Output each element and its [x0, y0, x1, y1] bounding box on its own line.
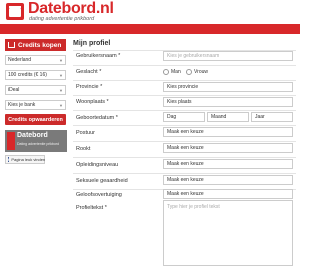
facebook-page-subtitle: Dating advertentie prikbord — [17, 142, 60, 146]
education-label: Opleidingsniveau — [76, 162, 119, 168]
credits-panel: Credits kopen Nederland ▼ 100 credits (€… — [5, 39, 66, 125]
city-select[interactable]: Kies plaats — [163, 97, 293, 107]
credits-topup-button[interactable]: Credits opwaarderen — [5, 114, 66, 125]
smoking-label: Rookt — [76, 146, 91, 152]
city-label: Woonplaats * — [76, 99, 109, 105]
stature-value: Maak een keuze — [167, 129, 204, 135]
username-input[interactable]: Kies je gebruikersnaam — [163, 51, 293, 61]
city-value: Kies plaats — [167, 99, 192, 105]
country-select[interactable]: Nederland ▼ — [5, 55, 66, 65]
education-value: Maak een keuze — [167, 161, 204, 167]
chevron-down-icon: ▼ — [59, 102, 63, 108]
orientation-label: Seksuele geaardheid — [76, 178, 128, 184]
country-value: Nederland — [8, 57, 32, 63]
facebook-like-button[interactable]: f Pagina leuk vinden — [5, 155, 45, 164]
province-label: Provincie * — [76, 84, 103, 90]
birthdate-year-value: Jaar — [255, 114, 265, 120]
page-title: Mijn profiel — [73, 40, 111, 47]
bank-select[interactable]: Kies je bank ▼ — [5, 100, 66, 110]
chevron-down-icon: ▼ — [59, 57, 63, 63]
religion-label: Geloofsovertuiging — [76, 192, 122, 198]
site-header: Datebord.nl dating advertentie prikbord — [0, 0, 300, 24]
payment-method-value: iDeal — [8, 87, 20, 93]
chevron-down-icon: ▼ — [59, 87, 63, 93]
divider — [73, 141, 296, 142]
religion-value: Maak een keuze — [167, 191, 204, 197]
divider — [73, 125, 296, 126]
gender-man-label: Man — [171, 69, 181, 75]
profile-text-area[interactable]: Type hier je profiel tekst — [163, 200, 293, 266]
education-select[interactable]: Maak een keuze — [163, 159, 293, 169]
province-select[interactable]: Kies provincie — [163, 82, 293, 92]
gender-woman-radio[interactable] — [186, 69, 192, 75]
orientation-value: Maak een keuze — [167, 177, 204, 183]
birthdate-label: Geboortedatum * — [76, 115, 118, 121]
divider — [73, 65, 296, 66]
bank-value: Kies je bank — [8, 102, 36, 108]
orientation-select[interactable]: Maak een keuze — [163, 175, 293, 185]
chevron-down-icon: ▼ — [59, 72, 63, 78]
divider — [73, 80, 296, 81]
birthdate-month-value: Maand — [211, 114, 227, 120]
profile-text-placeholder: Type hier je profiel tekst — [167, 204, 220, 210]
religion-select[interactable]: Maak een keuze — [163, 189, 293, 199]
facebook-page-widget[interactable]: Datebord Dating advertentie prikbord — [5, 130, 67, 152]
birthdate-year-select[interactable]: Jaar — [251, 112, 293, 122]
divider — [73, 110, 296, 111]
smoking-select[interactable]: Maak een keuze — [163, 143, 293, 153]
stature-label: Postuur — [76, 130, 95, 136]
payment-method-select[interactable]: iDeal ▼ — [5, 85, 66, 95]
site-tagline: dating advertentie prikbord — [29, 16, 95, 22]
divider — [73, 95, 296, 96]
facebook-like-label: Pagina leuk vinden — [11, 157, 46, 162]
facebook-page-thumbnail — [7, 132, 15, 150]
gender-label: Geslacht * — [76, 69, 102, 75]
credits-amount-select[interactable]: 100 credits (€ 16) ▼ — [5, 70, 66, 80]
username-placeholder: Kies je gebruikersnaam — [167, 53, 220, 59]
credits-header: Credits kopen — [5, 39, 66, 51]
divider — [73, 173, 296, 174]
divider — [73, 157, 296, 158]
gender-woman-label: Vrouw — [194, 69, 208, 75]
birthdate-day-select[interactable]: Dag — [163, 112, 205, 122]
province-value: Kies provincie — [167, 84, 199, 90]
profile-text-label: Profieltekst * — [76, 205, 107, 211]
cart-icon — [8, 42, 15, 48]
facebook-icon: f — [8, 157, 10, 162]
facebook-page-title: Datebord — [17, 132, 48, 139]
gender-man-radio[interactable] — [163, 69, 169, 75]
username-label: Gebruikersnaam * — [76, 53, 121, 59]
board-logo-icon[interactable] — [6, 3, 24, 20]
nav-bar — [0, 24, 300, 34]
stature-select[interactable]: Maak een keuze — [163, 127, 293, 137]
birthdate-day-value: Dag — [167, 114, 177, 120]
credits-amount-value: 100 credits (€ 16) — [8, 72, 47, 78]
smoking-value: Maak een keuze — [167, 145, 204, 151]
birthdate-month-select[interactable]: Maand — [207, 112, 249, 122]
credits-title: Credits kopen — [18, 41, 62, 49]
